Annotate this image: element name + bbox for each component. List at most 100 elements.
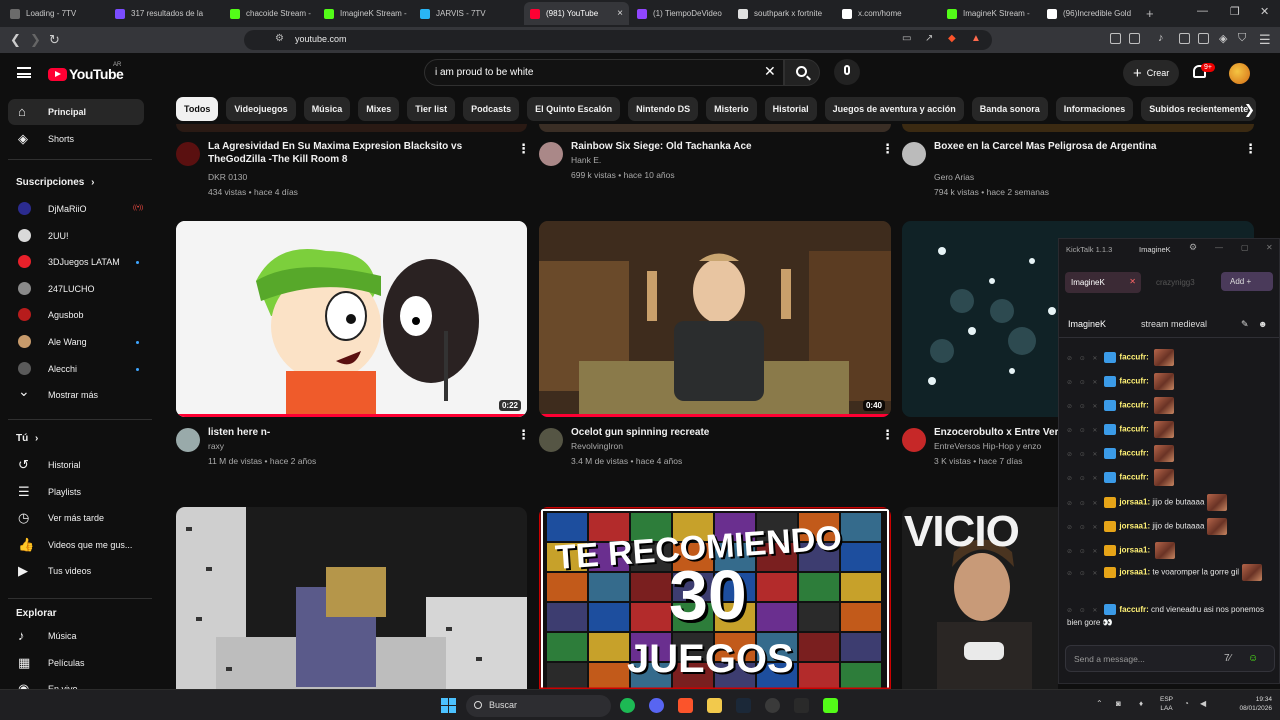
filter-chip[interactable]: Mixes [358,97,400,121]
channel-avatar[interactable] [902,142,926,166]
you-heading[interactable]: Tú › [16,433,38,444]
kicktalk-channel-tab[interactable]: ImagineK ✕ [1065,272,1141,293]
filter-chip[interactable]: Juegos de aventura y acción [824,97,964,121]
message-actions-icon[interactable]: ⊘ ⊙ ✕ [1067,571,1100,577]
sidebar-item[interactable]: ◉En vivo [8,676,144,689]
channel-avatar[interactable] [539,428,563,452]
kicktalk-user-tab[interactable]: ImagineK [1139,245,1171,254]
filter-chip[interactable]: Podcasts [463,97,520,121]
video-thumbnail[interactable]: VICIO [902,507,1058,689]
video-thumbnail-partial[interactable] [539,124,891,132]
more-options-icon[interactable] [881,141,894,157]
chat-username[interactable]: faccufr [1119,401,1146,410]
browser-tab[interactable]: chacoide Stream - [224,2,316,25]
chat-username[interactable]: faccufr [1119,605,1146,614]
filter-chip[interactable]: Misterio [706,97,757,121]
channel-name[interactable]: raxy [208,441,224,451]
sidebar-item[interactable]: ↺ Historial [8,452,144,478]
sidebar-item[interactable]: 👍 Videos que me gus... [8,532,144,558]
minimize-icon[interactable]: — [1197,5,1208,17]
close-window-icon[interactable]: ✕ [1260,5,1269,18]
chat-username[interactable]: jorsaa1 [1119,568,1147,577]
gear-icon[interactable]: ⚙ [1189,242,1197,253]
sidebar-item-subscription[interactable]: Agusbob [8,302,144,328]
chat-username[interactable]: faccufr [1119,425,1146,434]
kicktalk-maximize-icon[interactable]: ▢ [1241,243,1249,252]
clock[interactable]: 19:34 08/01/2026 [1222,695,1272,713]
video-title[interactable]: listen here n- [208,426,489,439]
message-actions-icon[interactable]: ⊘ ⊙ ✕ [1067,428,1100,434]
filter-chip[interactable]: Informaciones [1055,97,1134,121]
more-options-icon[interactable] [1244,141,1257,157]
message-actions-icon[interactable]: ⊘ ⊙ ✕ [1067,501,1100,507]
language-indicator[interactable]: ESP LAA [1160,695,1173,713]
browser-tab[interactable]: x.com/home [836,2,939,25]
browser-tab[interactable]: ImagineK Stream - [318,2,412,25]
sidebar-item-subscription[interactable]: 2UU! [8,223,144,249]
filter-chip[interactable]: El Quinto Escalón [527,97,621,121]
sidebar-toggle-icon[interactable] [1179,33,1190,44]
kicktalk-close-icon[interactable]: ✕ [1266,243,1273,252]
chat-username[interactable]: faccufr [1119,377,1146,386]
channel-avatar[interactable] [176,428,200,452]
browser-tab[interactable]: ImagineK Stream - [941,2,1039,25]
forward-icon[interactable]: ❯ [30,32,41,48]
more-options-icon[interactable] [881,427,894,443]
voice-search-button[interactable] [834,59,860,85]
tray-app-icon[interactable]: ◙ [1116,699,1121,708]
kick-icon[interactable] [823,698,838,713]
add-channel-button[interactable]: Add + [1221,272,1273,291]
message-actions-icon[interactable]: ⊘ ⊙ ✕ [1067,356,1100,362]
channel-name[interactable]: Hank E. [571,155,601,165]
shield-icon[interactable]: ⛉ [1238,32,1246,45]
steam-icon[interactable] [736,698,751,713]
maximize-icon[interactable]: ❐ [1230,5,1240,18]
kicktalk-channel-tab-2[interactable]: crazynigg3 [1156,278,1195,287]
search-input[interactable]: i am proud to be white ✕ [424,59,784,86]
close-tab-icon[interactable]: × [617,8,623,19]
sidebar-item-subscription[interactable]: Ale Wang [8,329,144,355]
taskbar-search[interactable]: Buscar [466,695,611,717]
filter-chip[interactable]: Tier list [407,97,456,121]
screenshot-icon[interactable] [1129,33,1140,44]
users-icon[interactable]: ☻ [1258,319,1267,329]
message-actions-icon[interactable]: ⊘ ⊙ ✕ [1067,525,1100,531]
vpn-icon[interactable]: ◈ [1219,32,1227,45]
omnibox[interactable]: ⚙ youtube.com ▭ ↗ ◆ ▲ [244,30,992,50]
clear-search-icon[interactable]: ✕ [764,63,776,80]
filter-chip[interactable]: Subidos recientemente [1141,97,1257,121]
search-query[interactable]: i am proud to be white [435,67,533,78]
more-options-icon[interactable] [517,141,530,157]
sidebar-item[interactable]: ▦ Películas [8,650,144,676]
video-thumbnail[interactable]: 0:22 [176,221,527,417]
windows-start-icon[interactable] [441,698,456,713]
message-actions-icon[interactable]: ⊘ ⊙ ✕ [1067,608,1100,614]
sidebar-item[interactable]: ▶ Tus videos [8,558,144,584]
sidebar-item[interactable]: ♪ Música [8,623,144,649]
browser-tab[interactable]: (96)Incredible Gold [1041,2,1144,25]
brave-icon[interactable] [678,698,693,713]
kicktalk-message-input[interactable]: Send a message... 7⁄ ☺ [1065,645,1275,672]
youtube-logo[interactable]: YouTube [48,66,124,82]
browser-tab[interactable]: Loading - 7TV [4,2,107,25]
sidebar-item-subscription[interactable]: 247LUCHO [8,276,144,302]
reload-icon[interactable]: ↻ [49,32,60,48]
video-thumbnail-partial[interactable] [176,124,527,132]
channel-avatar[interactable] [176,142,200,166]
kicktalk-minimize-icon[interactable]: — [1215,243,1223,252]
channel-avatar[interactable] [539,142,563,166]
subscriptions-heading[interactable]: Suscripciones › [16,177,94,188]
site-info-icon[interactable]: ⚙ [275,33,284,44]
wifi-icon[interactable]: ◔ [1184,699,1189,708]
sidebar-item-subscription[interactable]: DjMaRiiO ((•)) [8,196,144,222]
discord-icon[interactable] [649,698,664,713]
video-title[interactable]: Rainbow Six Siege: Old Tachanka Ace [571,140,853,153]
browser-tab[interactable]: southpark x fortnite [732,2,834,25]
sidebar-item[interactable]: ◷ Ver más tarde [8,505,144,531]
filter-chip[interactable]: Música [303,97,351,121]
message-actions-icon[interactable]: ⊘ ⊙ ✕ [1067,452,1100,458]
sidebar-item[interactable]: ◈ Shorts [8,126,144,152]
pin-icon[interactable]: ✎ [1241,319,1249,330]
create-button[interactable]: + Crear [1123,60,1180,86]
search-button[interactable] [784,59,820,86]
